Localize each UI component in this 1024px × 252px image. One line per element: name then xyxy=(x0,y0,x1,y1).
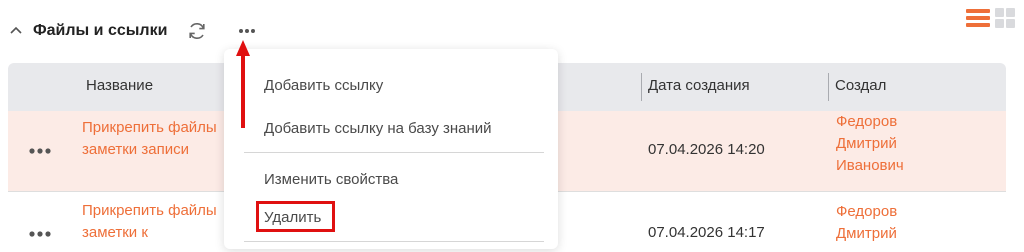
author-line[interactable]: Дмитрий xyxy=(836,223,897,245)
grid-view-icon[interactable] xyxy=(994,7,1016,29)
annotation-arrow-icon xyxy=(236,40,250,128)
menu-divider xyxy=(244,241,544,242)
column-divider[interactable] xyxy=(828,73,829,101)
author-link[interactable]: Федоров Дмитрий xyxy=(836,201,897,245)
author-link[interactable]: Федоров Дмитрий Иванович xyxy=(836,111,904,177)
menu-item-add-link[interactable]: Добавить ссылку xyxy=(264,77,383,94)
collapse-chevron-icon[interactable] xyxy=(8,22,24,38)
column-header-name[interactable]: Название xyxy=(86,77,153,94)
actions-dropdown-menu: Добавить ссылку Добавить ссылку на базу … xyxy=(224,49,558,249)
author-line[interactable]: Иванович xyxy=(836,155,904,177)
author-line[interactable]: Дмитрий xyxy=(836,133,904,155)
file-name-line[interactable]: Прикрепить файлы xyxy=(82,200,232,222)
column-header-date[interactable]: Дата создания xyxy=(648,77,750,94)
column-divider[interactable] xyxy=(641,73,642,101)
author-line[interactable]: Федоров xyxy=(836,111,904,133)
refresh-icon[interactable] xyxy=(186,20,208,42)
menu-item-edit-properties[interactable]: Изменить свойства xyxy=(264,171,398,188)
author-line[interactable]: Федоров xyxy=(836,201,897,223)
menu-divider xyxy=(244,152,544,153)
highlight-box xyxy=(256,201,335,232)
file-name-link[interactable]: Прикрепить файлы заметки к xyxy=(82,200,232,244)
row-more-icon[interactable] xyxy=(28,230,52,238)
row-more-icon[interactable] xyxy=(28,147,52,155)
menu-item-add-knowledge-link[interactable]: Добавить ссылку на базу знаний xyxy=(264,120,492,137)
file-name-line[interactable]: Прикрепить файлы xyxy=(82,117,232,139)
file-name-line[interactable]: заметки записи xyxy=(82,139,232,161)
section-title: Файлы и ссылки xyxy=(33,22,168,39)
created-date: 07.04.2026 14:17 xyxy=(648,224,765,241)
list-view-icon[interactable] xyxy=(966,7,990,29)
created-date: 07.04.2026 14:20 xyxy=(648,141,765,158)
more-actions-icon[interactable] xyxy=(236,20,258,42)
file-name-line[interactable]: заметки к xyxy=(82,222,232,244)
column-header-author[interactable]: Создал xyxy=(835,77,886,94)
file-name-link[interactable]: Прикрепить файлы заметки записи xyxy=(82,117,232,161)
